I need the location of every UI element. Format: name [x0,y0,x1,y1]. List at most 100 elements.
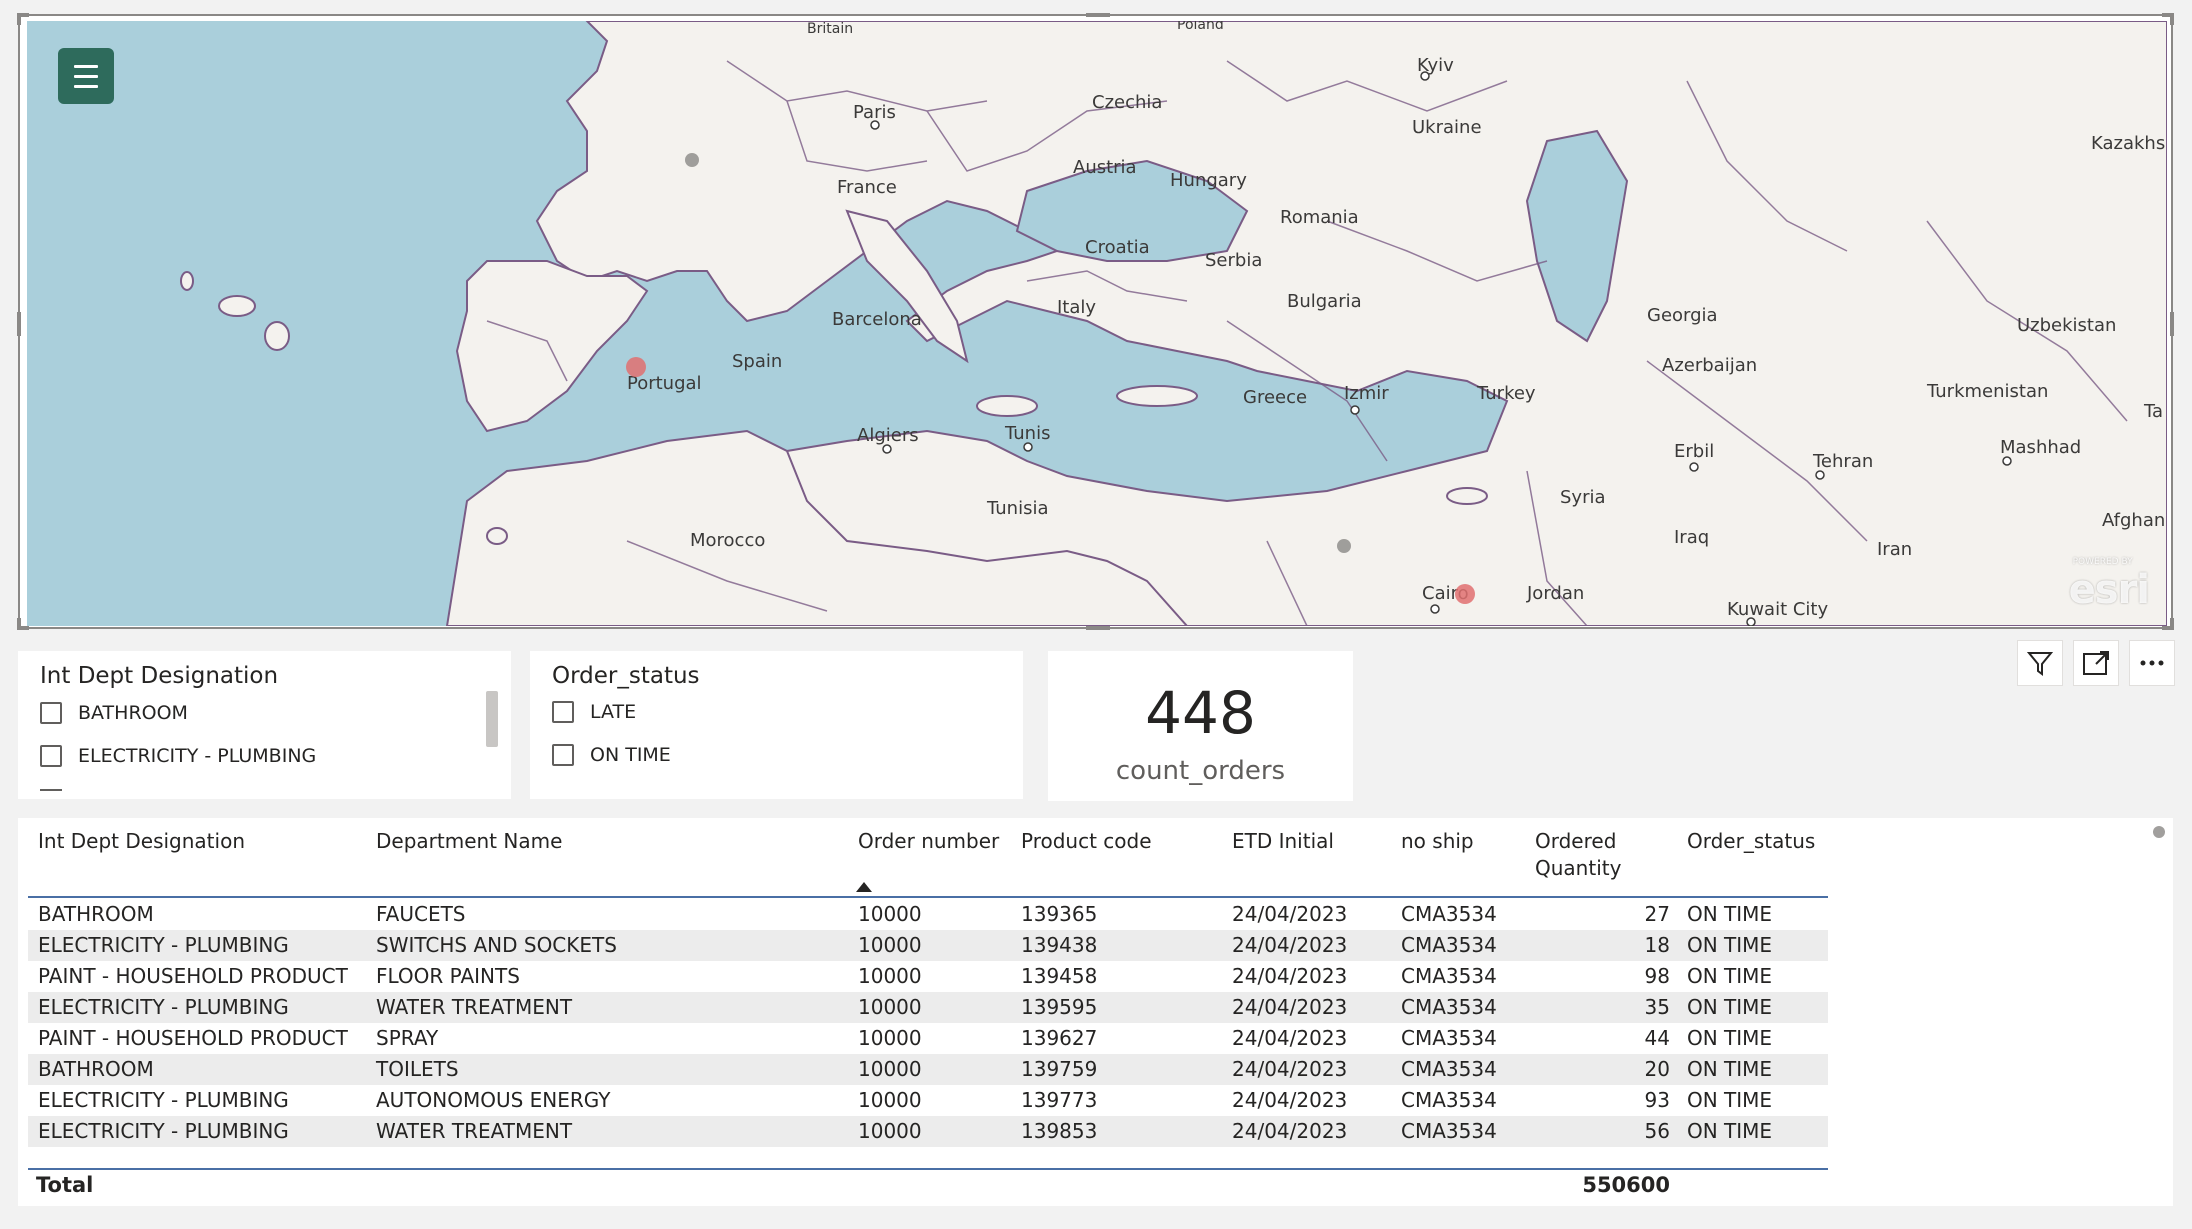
slicer-item[interactable]: BATHROOM [40,702,188,724]
map-label: Serbia [1205,250,1262,271]
map-label: Austria [1073,157,1137,178]
scroll-indicator[interactable] [2153,826,2165,838]
map-marker[interactable] [1455,584,1475,604]
table-cell: 24/04/2023 [1232,1119,1348,1143]
table-cell: 98 [1644,964,1670,988]
slicer-item-label: ON TIME [590,744,671,766]
column-header[interactable]: ETD Initial [1232,828,1334,855]
table-cell: ON TIME [1687,1119,1773,1143]
filter-icon[interactable] [2017,640,2063,686]
slicer-item[interactable]: ON TIME [552,744,671,766]
map-label: France [837,177,897,198]
checkbox[interactable] [40,745,62,767]
table-body[interactable]: BATHROOM FAUCETS 10000 139365 24/04/2023 CMA3… [28,899,1828,1149]
map-label: Turkmenistan [1926,381,2048,402]
table-row[interactable]: PAINT - HOUSEHOLD PRODUCT SPRAY 10000 13962… [28,1023,1828,1054]
table-cell: CMA3534 [1401,1057,1497,1081]
table-cell: ON TIME [1687,1057,1773,1081]
table-cell: 10000 [858,964,922,988]
table-cell: 93 [1644,1088,1670,1112]
table-cell: 139438 [1021,933,1098,957]
slicer-order-status[interactable]: Order_status LATE ON TIME [530,651,1023,799]
checkbox[interactable] [552,701,574,723]
resize-handle[interactable] [2170,312,2174,336]
count-orders-card[interactable]: 448 count_orders [1048,651,1353,801]
resize-handle[interactable] [2170,13,2174,25]
table-cell: ON TIME [1687,995,1773,1019]
resize-handle[interactable] [1086,626,1110,630]
table-cell: 10000 [858,995,922,1019]
slicer-item-label: ELECTRICITY - PLUMBING [78,745,317,767]
map-marker[interactable] [685,153,699,167]
resize-handle[interactable] [2170,618,2174,630]
column-header[interactable]: Order number [858,828,999,855]
column-header[interactable]: Product code [1021,828,1152,855]
resize-handle[interactable] [17,312,21,336]
column-header[interactable]: Department Name [376,828,562,855]
column-header[interactable]: Int Dept Designation [38,828,245,855]
table-cell: 24/04/2023 [1232,1026,1348,1050]
table-cell: FAUCETS [376,902,466,926]
map-label: Paris [853,102,896,123]
map-visual[interactable]: Britain Poland Kyiv Paris Czechia Ukrain… [17,13,2174,630]
table-cell: CMA3534 [1401,964,1497,988]
table-cell: TOILETS [376,1057,459,1081]
checkbox[interactable] [552,744,574,766]
table-cell: CMA3534 [1401,1119,1497,1143]
slicer-item[interactable]: LATE [552,701,636,723]
table-row[interactable]: ELECTRICITY - PLUMBING WATER TREATMENT 100… [28,1116,1828,1147]
slicer-item-label: BATHROOM [78,702,188,724]
table-row[interactable]: ELECTRICITY - PLUMBING SWITCHS AND SOCKET… [28,930,1828,961]
map-label: Tunisia [986,498,1049,519]
resize-handle[interactable] [17,618,21,630]
more-options-icon[interactable] [2129,640,2175,686]
sort-ascending-icon[interactable] [856,882,872,892]
table-row[interactable]: ELECTRICITY - PLUMBING AUTONOMOUS ENERGY 1… [28,1085,1828,1116]
esri-logo: POWERED BY esri [2068,557,2150,613]
map-label: Greece [1243,387,1307,408]
table-cell: 18 [1644,933,1670,957]
header-divider [28,896,1828,898]
table-row[interactable]: STORAGEDECORATIVE WALL SHELVES1000013990… [28,1147,1828,1149]
map-label: Syria [1560,487,1606,508]
table-cell: BATHROOM [38,1057,154,1081]
table-cell: PAINT - HOUSEHOLD PRODUCT [38,964,348,988]
table-cell: 24/04/2023 [1232,1057,1348,1081]
map-label: Kuwait City [1727,599,1828,620]
map-marker[interactable] [1337,539,1351,553]
map-label: Iran [1877,539,1912,560]
slicer-int-dept[interactable]: Int Dept Designation BATHROOM ELECTRICIT… [18,651,511,799]
table-cell: 24/04/2023 [1232,902,1348,926]
table-cell: AUTONOMOUS ENERGY [376,1088,611,1112]
table-cell: 139773 [1021,1088,1098,1112]
map-canvas[interactable]: Britain Poland Kyiv Paris Czechia Ukrain… [27,21,2167,626]
column-header[interactable]: no ship [1401,828,1474,855]
table-cell: ELECTRICITY - PLUMBING [38,933,289,957]
map-label: Kazakhs [2091,133,2165,154]
map-label: Ta [2143,401,2163,422]
map-label: Czechia [1092,92,1162,113]
resize-handle[interactable] [1086,13,1110,17]
slicer-item[interactable]: ELECTRICITY - PLUMBING [40,745,316,767]
column-header[interactable]: Ordered Quantity [1535,828,1621,882]
table-cell: ON TIME [1687,964,1773,988]
table-row[interactable]: ELECTRICITY - PLUMBING WATER TREATMENT 100… [28,992,1828,1023]
scrollbar[interactable] [486,691,498,747]
orders-table[interactable]: Int Dept Designation Department Name Ord… [18,818,2173,1206]
table-row[interactable]: BATHROOM TOILETS 10000 139759 24/04/2023 CMA3… [28,1054,1828,1085]
table-cell: 139595 [1021,995,1098,1019]
hamburger-menu-icon[interactable] [58,48,114,104]
table-cell: 27 [1644,902,1670,926]
checkbox[interactable] [40,702,62,724]
column-header[interactable]: Order_status [1687,828,1815,855]
table-row[interactable]: PAINT - HOUSEHOLD PRODUCT FLOOR PAINTS 100… [28,961,1828,992]
map-marker[interactable] [626,357,646,377]
total-value: 550600 [1582,1173,1670,1197]
resize-handle[interactable] [17,13,21,25]
map-label: Romania [1280,207,1359,228]
table-cell: SPRAY [376,1026,439,1050]
card-value: 448 [1145,679,1256,747]
focus-mode-icon[interactable] [2073,640,2119,686]
table-row[interactable]: BATHROOM FAUCETS 10000 139365 24/04/2023 CMA3… [28,899,1828,930]
table-cell: WATER TREATMENT [376,1119,573,1143]
